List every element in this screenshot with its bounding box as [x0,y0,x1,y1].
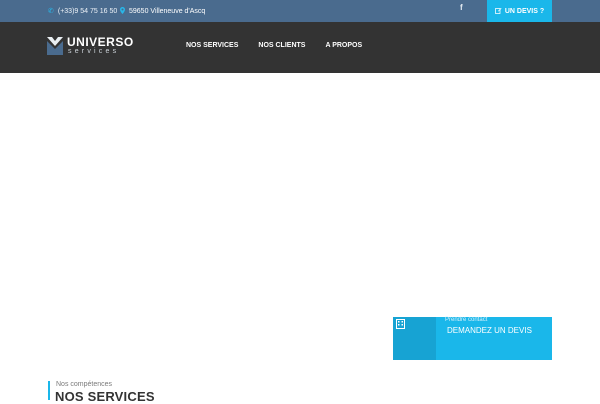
services-section-heading: Nos compétences NOS SERVICES [48,381,348,404]
phone-icon: ✆ [48,8,54,15]
phone-contact[interactable]: ✆ (+33)9 54 75 16 50 [48,7,118,16]
contact-card-icon-area [393,317,436,360]
address-contact: 59650 Villeneuve d'Ascq [120,7,205,16]
logo[interactable]: UNIVERSO services [47,35,142,57]
contact-card-eyebrow: Prendre contact [445,317,488,323]
logo-mark-icon [47,37,63,55]
section-eyebrow: Nos compétences [56,381,113,388]
building-icon [396,319,405,329]
contact-card-title: DEMANDEZ UN DEVIS [447,326,532,335]
section-title: NOS SERVICES [55,389,155,404]
logo-title: UNIVERSO [67,35,134,49]
logo-subtitle: services [68,48,120,55]
edit-icon [494,7,502,16]
nav-item-nos-services[interactable]: NOS SERVICES [186,42,238,49]
phone-number: (+33)9 54 75 16 50 [57,7,118,15]
main-header: UNIVERSO services NOS SERVICES NOS CLIEN… [0,22,600,73]
nav-item-nos-clients[interactable]: NOS CLIENTS [258,42,305,49]
contact-card[interactable]: Prendre contact DEMANDEZ UN DEVIS [393,317,552,360]
map-pin-icon [120,7,125,16]
nav-item-a-propos[interactable]: A PROPOS [325,42,362,49]
devis-button-label: UN DEVIS ? [504,7,545,15]
facebook-icon[interactable]: f [460,3,463,12]
topbar: ✆ (+33)9 54 75 16 50 59650 Villeneuve d'… [0,0,600,22]
accent-bar [48,381,50,400]
address-text: 59650 Villeneuve d'Ascq [129,8,206,15]
devis-button[interactable]: UN DEVIS ? [487,0,552,22]
main-nav: NOS SERVICES NOS CLIENTS A PROPOS [186,42,382,49]
